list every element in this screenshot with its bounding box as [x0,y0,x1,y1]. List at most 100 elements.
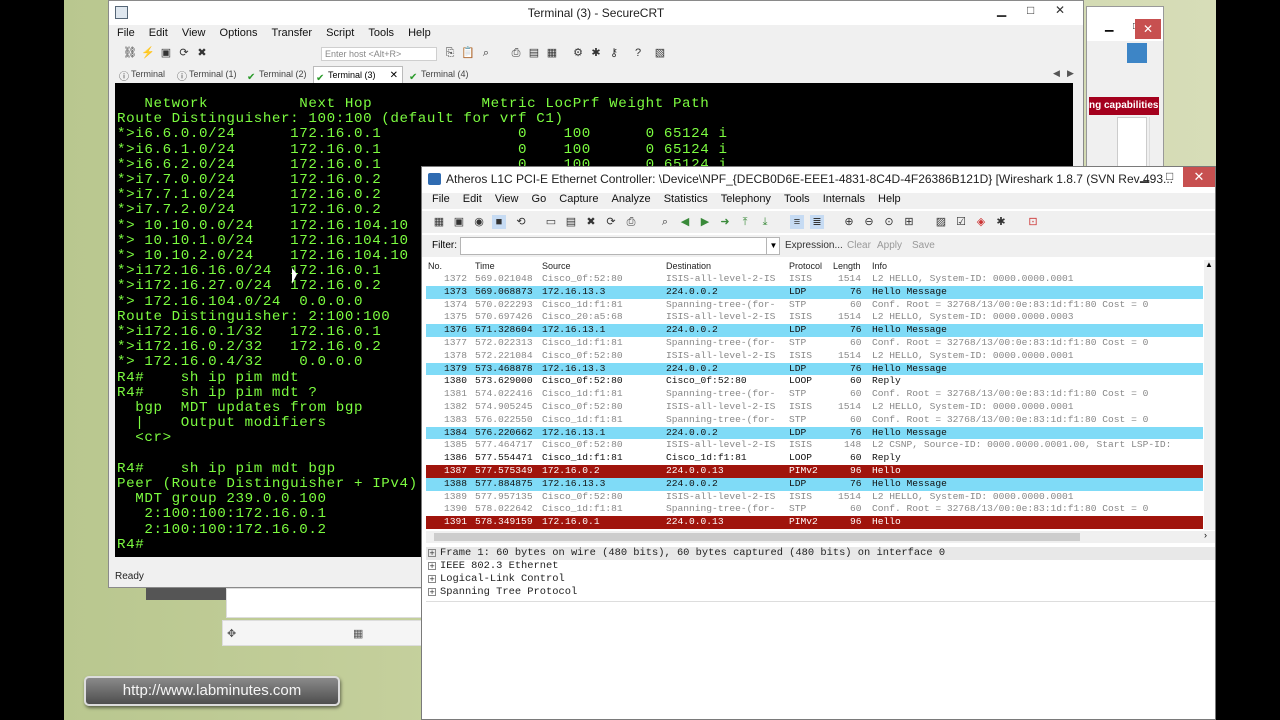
maximize-icon[interactable]: □ [1166,169,1173,183]
close-file-icon[interactable]: ✖ [584,215,598,229]
global-options-icon[interactable]: ✱ [589,46,603,60]
packet-row[interactable]: 1377 572.022313 Cisco_1d:f1:81 Spanning-tre… [426,337,1203,350]
menu-help[interactable]: Help [408,27,431,39]
close-icon[interactable]: ✕ [1135,19,1161,39]
connect-icon[interactable]: ⛓ [123,46,137,60]
quick-connect-icon[interactable]: ⚡ [141,46,155,60]
menu-file[interactable]: File [117,27,135,39]
chevron-down-icon[interactable]: ▼ [766,237,780,255]
tab-close-icon[interactable]: ✕ [390,67,398,84]
sftp-icon[interactable]: ▧ [653,46,667,60]
menu-capture[interactable]: Capture [559,193,598,205]
scroll-up-icon[interactable]: ▲ [1205,260,1213,269]
packet-row[interactable]: 1389 577.957135 Cisco_0f:52:80 ISIS-all-lev… [426,491,1203,504]
packet-row[interactable]: 1376 571.328604 172.16.13.1 224.0.0.2 LDP 76 H… [426,324,1203,337]
expand-icon[interactable]: + [428,575,436,583]
close-icon[interactable]: ✕ [1055,3,1065,17]
scroll-thumb[interactable] [434,533,1080,541]
go-back-icon[interactable]: ◀ [678,215,692,229]
close-icon[interactable]: ✕ [1183,167,1215,187]
interfaces-icon[interactable]: ▦ [432,215,446,229]
save-icon[interactable]: ▤ [564,215,578,229]
detail-row-llc[interactable]: + Logical-Link Control [426,573,1215,586]
filter-input[interactable] [460,237,780,255]
print-icon[interactable]: ⎙ [624,215,638,229]
reconnect-icon[interactable]: ⟳ [177,46,191,60]
column-time[interactable]: Time [475,261,495,271]
menu-file[interactable]: File [432,193,450,205]
menu-edit[interactable]: Edit [463,193,482,205]
maximize-icon[interactable]: □ [1027,3,1034,17]
packet-row[interactable]: 1383 576.022550 Cisco_1d:f1:81 Spanning-tre… [426,414,1203,427]
reload-icon[interactable]: ⟳ [604,215,618,229]
packet-row[interactable]: 1380 573.629000 Cisco_0f:52:80 Cisco_0f:52:… [426,375,1203,388]
menu-telephony[interactable]: Telephony [721,193,771,205]
zoom-in-icon[interactable]: ⊕ [842,215,856,229]
capture-filters-icon[interactable]: ▨ [934,215,948,229]
restart-icon[interactable]: ⟲ [514,215,528,229]
find-icon[interactable]: ⌕ [479,46,493,60]
move-icon[interactable]: ✥ [227,627,236,640]
normal-size-icon[interactable]: ⊙ [882,215,896,229]
open-icon[interactable]: ▭ [544,215,558,229]
menu-edit[interactable]: Edit [149,27,168,39]
colorize-icon[interactable]: ≡ [790,215,804,229]
menu-internals[interactable]: Internals [823,193,865,205]
host-input[interactable]: Enter host <Alt+R> [321,47,437,61]
packet-list-hscroll[interactable]: › [426,530,1215,543]
scroll-right-icon[interactable]: › [1204,530,1207,540]
minimize-icon[interactable]: ▁ [1140,169,1149,183]
packet-row[interactable]: 1385 577.464717 Cisco_0f:52:80 ISIS-all-lev… [426,439,1203,452]
print-screen-icon[interactable]: ▤ [527,46,541,60]
column-no[interactable]: No. [428,261,442,271]
resize-columns-icon[interactable]: ⊞ [902,215,916,229]
menu-statistics[interactable]: Statistics [664,193,708,205]
detail-row-stp[interactable]: + Spanning Tree Protocol [426,586,1215,599]
menu-options[interactable]: Options [220,27,258,39]
go-forward-icon[interactable]: ▶ [698,215,712,229]
menu-tools[interactable]: Tools [784,193,810,205]
packet-row[interactable]: 1379 573.468878 172.16.13.3 224.0.0.2 LDP 76 H… [426,362,1203,376]
save-filter-button[interactable]: Save [912,240,935,251]
packet-row[interactable]: 1374 570.022293 Cisco_1d:f1:81 Spanning-tre… [426,299,1203,312]
packet-row[interactable]: 1390 578.022642 Cisco_1d:f1:81 Spanning-tre… [426,503,1203,516]
tab-terminal-2[interactable]: ✔ Terminal (2) [245,66,315,83]
detail-row-frame[interactable]: + Frame 1: 60 bytes on wire (480 bits), 6… [426,547,1215,560]
packet-row[interactable]: 1384 576.220662 172.16.13.1 224.0.0.2 LDP 76 H… [426,426,1203,440]
menu-view[interactable]: View [495,193,519,205]
menu-script[interactable]: Script [326,27,354,39]
column-info[interactable]: Info [872,261,887,271]
minimize-icon[interactable]: ▁ [1105,19,1113,32]
session-options-icon[interactable]: ⚙ [571,46,585,60]
stop-icon[interactable]: ■ [492,215,506,229]
column-length[interactable]: Length [833,261,861,271]
column-destination[interactable]: Destination [666,261,711,271]
packet-row[interactable]: 1391 578.349159 172.16.0.1 224.0.0.13 PIMv2 9… [426,516,1203,529]
disconnect-icon[interactable]: ✖ [195,46,209,60]
packet-row[interactable]: 1388 577.884875 172.16.13.3 224.0.0.2 LDP 76 H… [426,477,1203,491]
packet-row[interactable]: 1386 577.554471 Cisco_1d:f1:81 Cisco_1d:f1:… [426,452,1203,465]
packet-list[interactable]: 1372 569.021048 Cisco_0f:52:80 ISIS-all-lev… [426,273,1203,531]
keymap-icon[interactable]: ⚷ [607,46,621,60]
tab-terminal-3[interactable]: ✔ Terminal (3) ✕ [313,66,403,84]
packet-row[interactable]: 1381 574.022416 Cisco_1d:f1:81 Spanning-tre… [426,388,1203,401]
apply-button[interactable]: Apply [877,240,902,251]
column-protocol[interactable]: Protocol [789,261,822,271]
expand-icon[interactable]: + [428,588,436,596]
menu-transfer[interactable]: Transfer [272,27,313,39]
preferences-icon[interactable]: ✱ [994,215,1008,229]
expression-button[interactable]: Expression... [785,240,843,251]
go-to-packet-icon[interactable]: ➜ [718,215,732,229]
tab-terminal[interactable]: ⓘ Terminal [117,66,175,83]
tab-terminal-1[interactable]: ⓘ Terminal (1) [175,66,243,83]
packet-row[interactable]: 1378 572.221084 Cisco_0f:52:80 ISIS-all-lev… [426,350,1203,363]
detail-row-ethernet[interactable]: + IEEE 802.3 Ethernet [426,560,1215,573]
first-packet-icon[interactable]: ⤒ [738,215,752,229]
menu-tools[interactable]: Tools [368,27,394,39]
column-source[interactable]: Source [542,261,571,271]
packet-row[interactable]: 1382 574.905245 Cisco_0f:52:80 ISIS-all-lev… [426,401,1203,414]
start-icon[interactable]: ◉ [472,215,486,229]
auto-scroll-icon[interactable]: ≣ [810,215,824,229]
copy-icon[interactable]: ⎘ [443,46,457,60]
packet-row[interactable]: 1375 570.697426 Cisco_20:a5:68 ISIS-all-lev… [426,311,1203,324]
